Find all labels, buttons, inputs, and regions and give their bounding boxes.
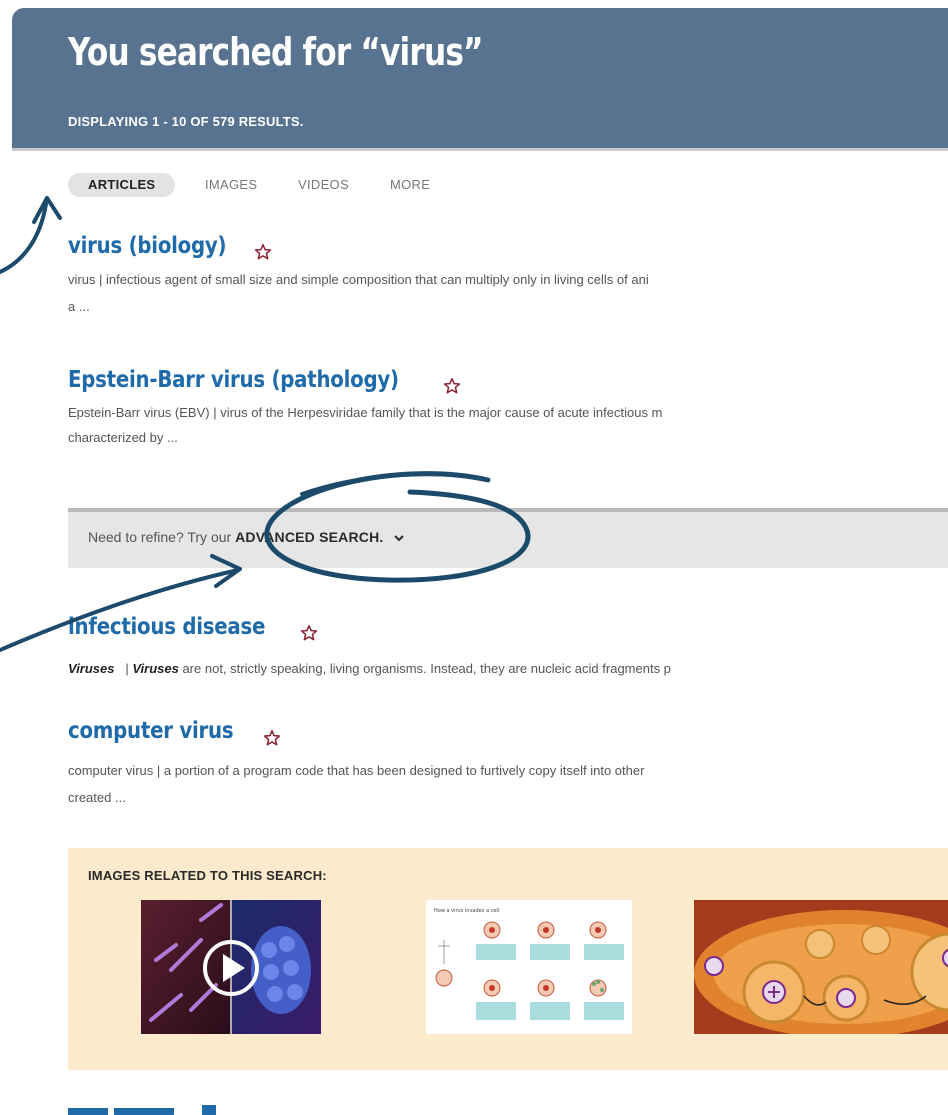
bold-term: Viruses	[68, 661, 115, 676]
result-title-link[interactable]: computer virus	[68, 718, 234, 744]
tab-videos[interactable]: VIDEOS	[298, 173, 349, 197]
bold-term: Viruses	[132, 661, 179, 676]
result-snippet: Viruses | Viruses are not, strictly spea…	[68, 661, 671, 676]
favorite-star-icon[interactable]	[300, 624, 318, 642]
refine-search-bar: Need to refine? Try our ADVANCED SEARCH.	[68, 508, 948, 568]
result-snippet: virus | infectious agent of small size a…	[68, 272, 649, 287]
result-count: DISPLAYING 1 - 10 OF 579 RESULTS.	[68, 114, 304, 129]
annotation-circle-stroke	[300, 472, 480, 496]
result-snippet-continued: characterized by ...	[68, 430, 178, 445]
video-thumbnail[interactable]	[141, 900, 321, 1034]
favorite-star-icon[interactable]	[443, 377, 461, 395]
tab-more[interactable]: MORE	[390, 173, 430, 197]
favorite-star-icon[interactable]	[263, 729, 281, 747]
result-snippet-continued: a ...	[68, 299, 90, 314]
search-header: You searched for “virus” DISPLAYING 1 - …	[12, 8, 948, 148]
result-title-link[interactable]: Epstein-Barr virus (pathology)	[68, 367, 399, 393]
header-divider	[12, 148, 948, 151]
advanced-search-link[interactable]: ADVANCED SEARCH.	[235, 529, 383, 545]
result-item: computer virus	[68, 718, 260, 744]
related-images-heading: IMAGES RELATED TO THIS SEARCH:	[88, 868, 327, 883]
tab-articles[interactable]: ARTICLES	[68, 173, 176, 197]
next-result-peek	[68, 1105, 216, 1115]
diagram-thumbnail[interactable]: How a virus invades a cell	[426, 900, 632, 1034]
arrowhead-icon	[32, 196, 62, 224]
chevron-down-icon[interactable]	[393, 533, 405, 543]
result-item: Epstein-Barr virus (pathology)	[68, 367, 453, 393]
page-title: You searched for “virus”	[68, 30, 484, 74]
result-title-link[interactable]: infectious disease	[68, 614, 265, 640]
result-snippet: Epstein-Barr virus (EBV) | virus of the …	[68, 405, 663, 420]
result-item: infectious disease	[68, 614, 297, 640]
curved-arrow-to-tabs	[0, 202, 48, 274]
refine-prompt: Need to refine? Try our	[88, 529, 236, 545]
tab-images[interactable]: IMAGES	[205, 173, 257, 197]
svg-text:How a virus invades a cell: How a virus invades a cell	[434, 908, 499, 914]
result-title-link[interactable]: virus (biology)	[68, 233, 227, 259]
snippet-text: are not, strictly speaking, living organ…	[182, 661, 671, 676]
related-images-panel: IMAGES RELATED TO THIS SEARCH: How a vir…	[68, 848, 948, 1070]
result-snippet: computer virus | a portion of a program …	[68, 763, 645, 778]
favorite-star-icon[interactable]	[254, 243, 272, 261]
result-item: virus (biology)	[68, 233, 252, 259]
result-snippet-continued: created ...	[68, 790, 126, 805]
illustration-thumbnail[interactable]	[694, 900, 948, 1034]
